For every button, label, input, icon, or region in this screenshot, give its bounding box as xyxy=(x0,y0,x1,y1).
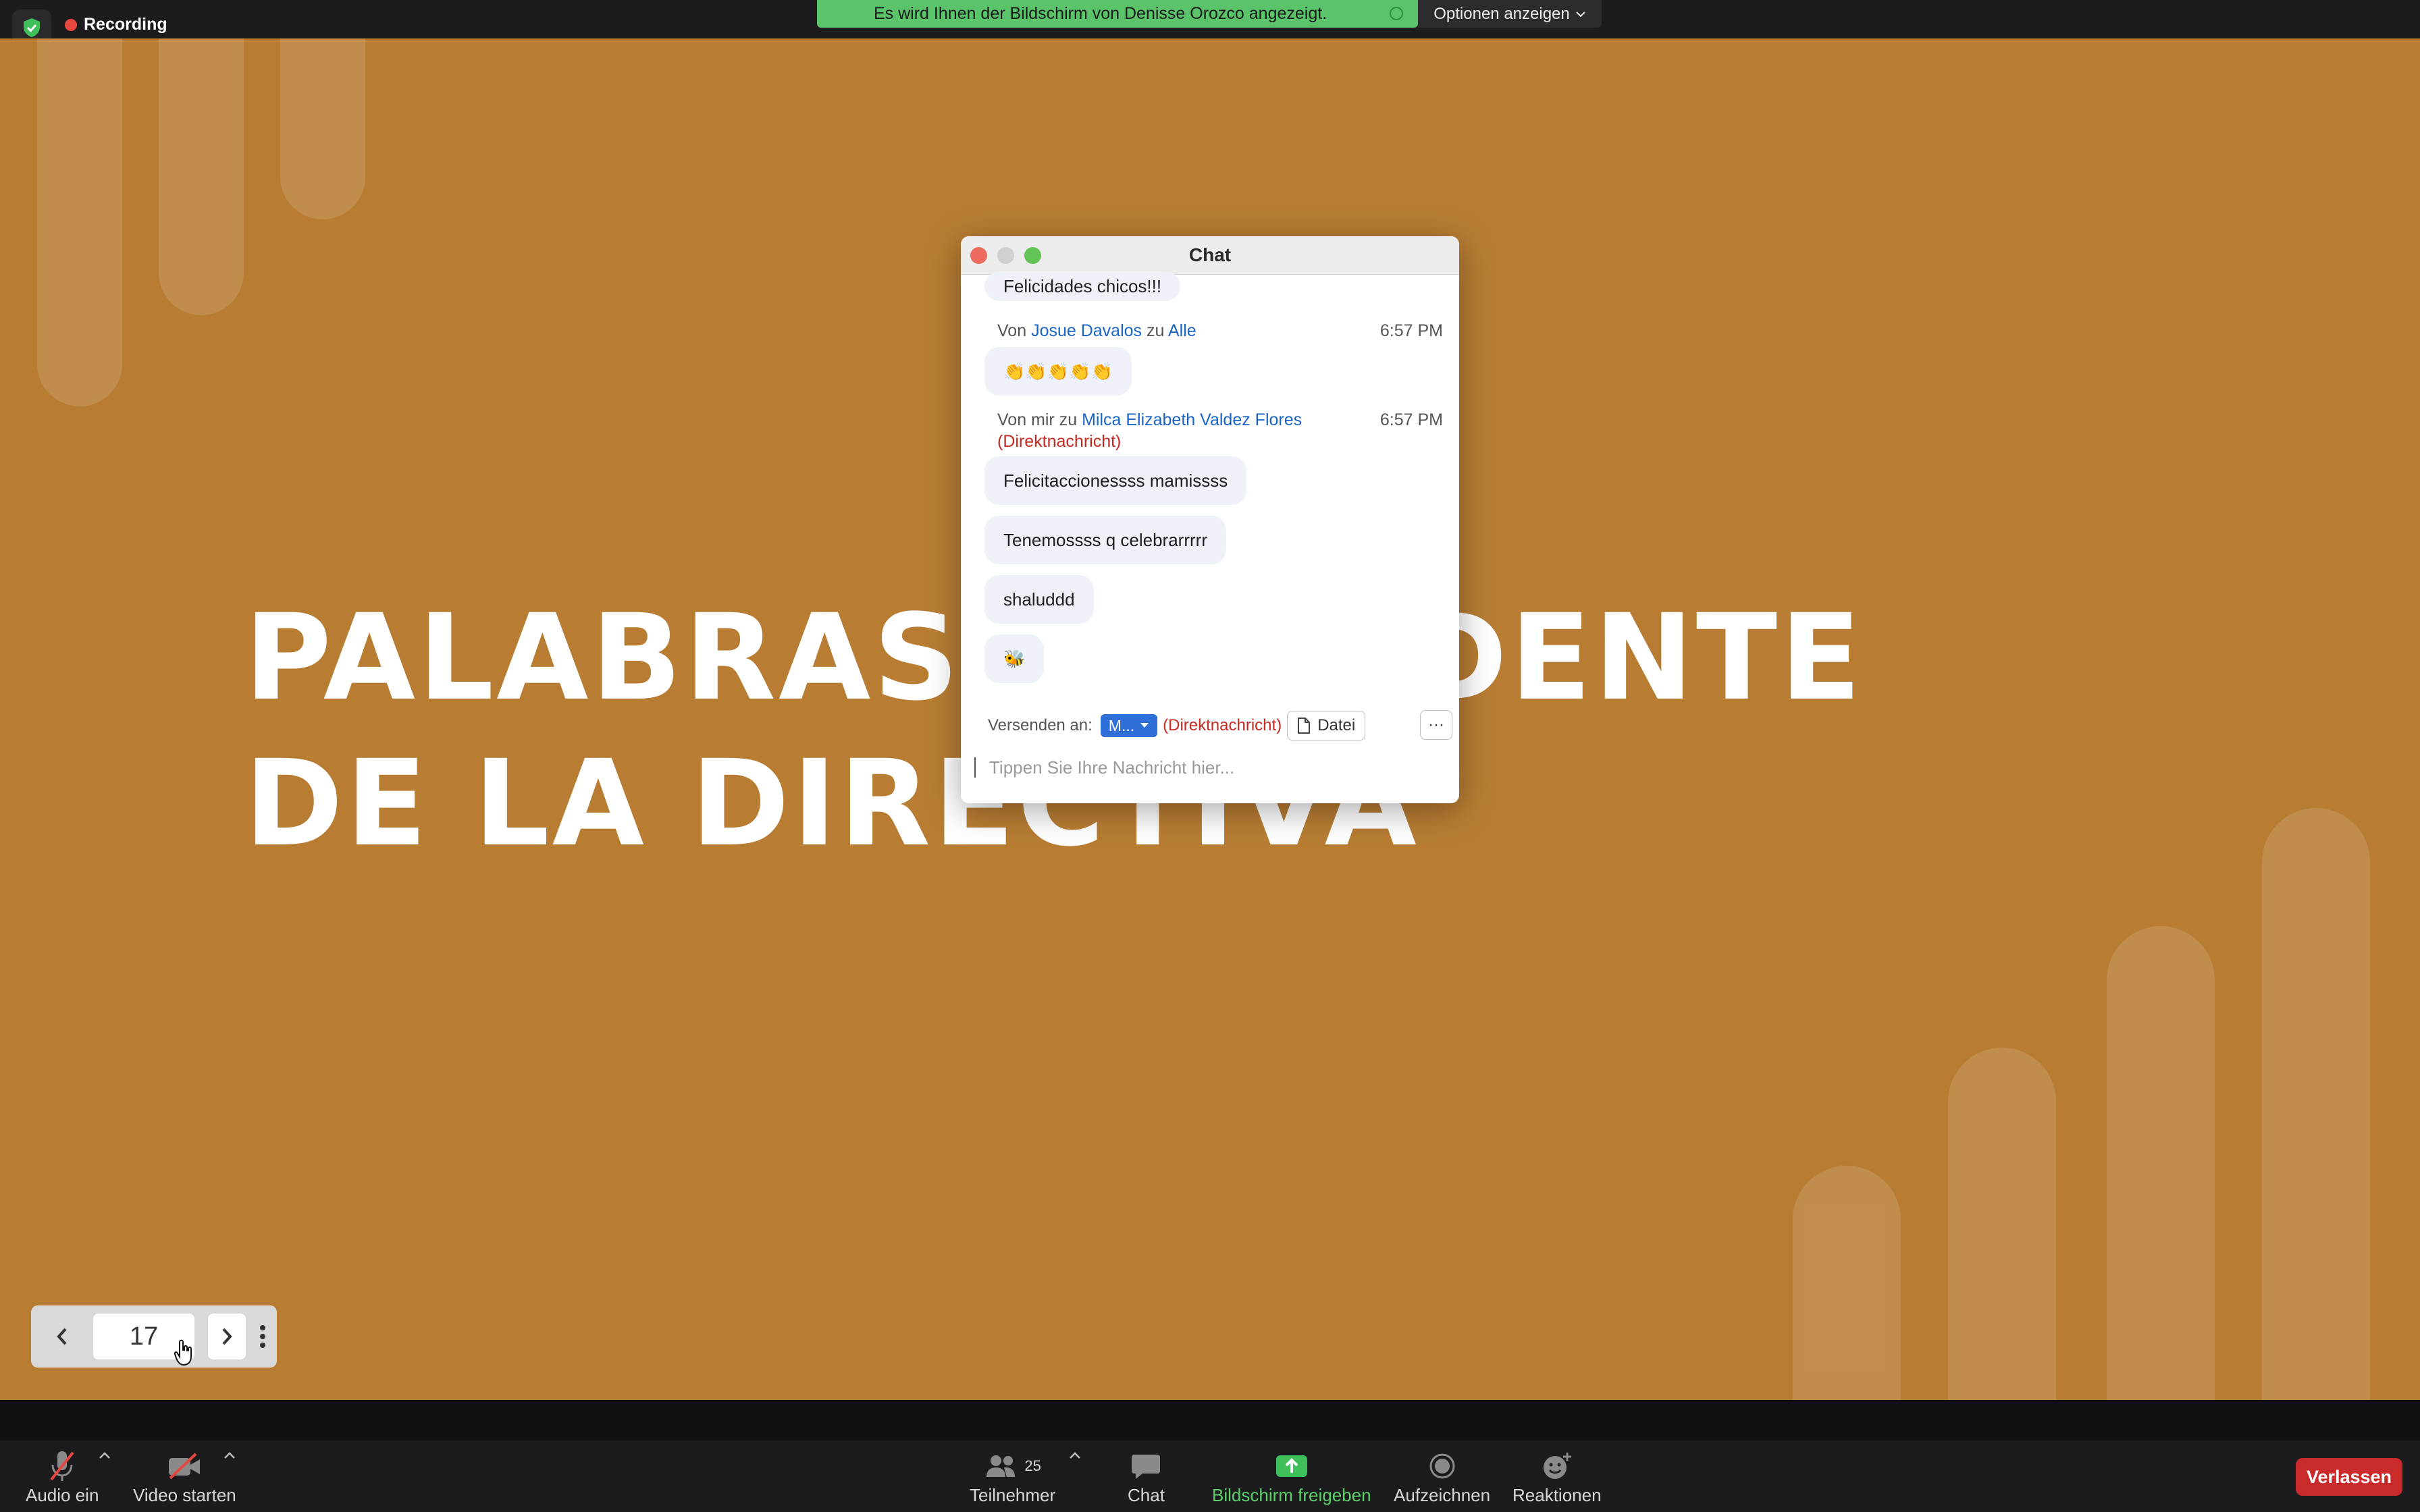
camera-off-icon xyxy=(169,1453,201,1480)
chat-message-input[interactable]: Tippen Sie Ihre Nachricht hier... xyxy=(974,751,1440,784)
chevron-right-icon xyxy=(222,1328,232,1345)
smiley-add-icon xyxy=(1543,1453,1571,1479)
send-to-row: Versenden an: M... (Direktnachricht) Dat… xyxy=(988,710,1452,741)
record-button[interactable]: Aufzeichnen xyxy=(1394,1447,1490,1506)
participants-label: Teilnehmer xyxy=(970,1485,1056,1505)
decor-pill xyxy=(1793,1166,1901,1400)
chat-message-text: shaluddd xyxy=(1003,589,1075,610)
chat-message: Tenemossss q celebrarrrrr xyxy=(984,516,1226,564)
maximize-window-icon[interactable] xyxy=(1024,247,1041,264)
decor-pill xyxy=(280,38,365,219)
mouse-pointer-icon xyxy=(174,1339,192,1366)
participants-icon xyxy=(987,1455,1016,1477)
chat-label: Chat xyxy=(1128,1485,1165,1505)
audio-label: Audio ein xyxy=(26,1485,99,1505)
message-from-label: Von mir zu xyxy=(997,410,1078,429)
message-header: Von Josue Davalos zu Alle 6:57 PM xyxy=(997,321,1443,341)
recipient-name-link[interactable]: Milca Elizabeth Valdez Flores xyxy=(1082,410,1302,429)
participants-button[interactable]: 25 Teilnehmer xyxy=(970,1447,1055,1506)
chat-message: 👏👏👏👏👏 xyxy=(984,347,1132,396)
microphone-muted-icon xyxy=(50,1451,74,1481)
chat-message: Felicitaccionessss mamissss xyxy=(984,456,1247,505)
recording-indicator: Recording xyxy=(65,15,167,34)
chat-message-text: 👏👏👏👏👏 xyxy=(1003,360,1113,381)
recipient-name-link[interactable]: Alle xyxy=(1168,321,1196,340)
view-options-label: Optionen anzeigen xyxy=(1433,4,1570,23)
recipient-dropdown-value: M... xyxy=(1108,716,1135,734)
share-banner-text: Es wird Ihnen der Bildschirm von Denisse… xyxy=(874,4,1327,23)
next-slide-button[interactable] xyxy=(208,1314,246,1359)
chat-title: Chat xyxy=(1188,244,1232,265)
view-options-button[interactable]: Optionen anzeigen xyxy=(1418,0,1602,28)
message-time: 6:57 PM xyxy=(1379,410,1443,429)
chat-message-text: 🐝 xyxy=(1003,648,1026,669)
chat-message: 🐝 xyxy=(984,634,1045,683)
audio-button[interactable]: Audio ein xyxy=(26,1447,99,1506)
chat-bubble-icon xyxy=(1132,1455,1161,1479)
chat-message-text: Felicitaccionessss mamissss xyxy=(1003,470,1228,491)
video-label: Video starten xyxy=(133,1485,236,1505)
share-screen-button[interactable]: Bildschirm freigeben xyxy=(1212,1447,1371,1506)
message-to-label: zu xyxy=(1147,321,1165,340)
participants-options-chevron-icon[interactable] xyxy=(1069,1451,1081,1459)
sender-name-link[interactable]: Josue Davalos xyxy=(1031,321,1142,340)
dropdown-arrow-icon xyxy=(1140,723,1149,728)
chat-button[interactable]: Chat xyxy=(1128,1447,1165,1506)
chat-message: Felicidades chicos!!! xyxy=(984,271,1181,301)
screen-share-banner: Es wird Ihnen der Bildschirm von Denisse… xyxy=(817,0,1418,28)
chat-window: Chat Felicidades chicos!!! Von Josue Dav… xyxy=(961,236,1459,803)
toolbar-spacer xyxy=(0,1400,2420,1440)
chat-message-text: Tenemossss q celebrarrrrr xyxy=(1003,529,1207,550)
reactions-button[interactable]: Reaktionen xyxy=(1512,1447,1602,1506)
chat-message-text: Felicidades chicos!!! xyxy=(1003,275,1162,296)
chevron-down-icon xyxy=(1576,11,1585,17)
message-header: Von mir zu Milca Elizabeth Valdez Flores… xyxy=(997,409,1443,452)
chat-titlebar: Chat xyxy=(961,236,1459,275)
decor-pill xyxy=(37,38,122,406)
direct-message-tag: (Direktnachricht) xyxy=(1163,716,1282,734)
minimize-window-icon[interactable] xyxy=(997,247,1014,264)
send-file-label: Datei xyxy=(1317,716,1356,734)
decor-pill xyxy=(2107,926,2215,1400)
more-vertical-icon xyxy=(260,1325,265,1348)
share-screen-label: Bildschirm freigeben xyxy=(1212,1485,1371,1505)
share-status-icon xyxy=(1390,7,1403,20)
chevron-left-icon xyxy=(57,1328,67,1345)
chat-input-placeholder: Tippen Sie Ihre Nachricht hier... xyxy=(989,757,1235,778)
record-label: Aufzeichnen xyxy=(1394,1485,1491,1505)
recording-label: Recording xyxy=(84,15,167,34)
reactions-label: Reaktionen xyxy=(1512,1485,1602,1505)
navigator-menu-button[interactable] xyxy=(254,1314,271,1359)
recording-dot-icon xyxy=(65,18,77,31)
message-time: 6:57 PM xyxy=(1379,321,1443,340)
video-button[interactable]: Video starten xyxy=(133,1447,236,1506)
audio-options-chevron-icon[interactable] xyxy=(99,1451,111,1459)
decor-pill xyxy=(159,38,244,315)
participants-count: 25 xyxy=(1024,1457,1041,1474)
share-screen-icon xyxy=(1275,1455,1307,1477)
chat-more-button[interactable]: ··· xyxy=(1420,710,1452,740)
send-to-label: Versenden an: xyxy=(988,716,1093,734)
meeting-toolbar: Audio ein Video starten 25 Teilnehmer Ch… xyxy=(0,1440,2420,1512)
close-window-icon[interactable] xyxy=(970,247,987,264)
leave-meeting-button[interactable]: Verlassen xyxy=(2296,1458,2402,1496)
message-from-label: Von xyxy=(997,321,1027,340)
recipient-dropdown[interactable]: M... xyxy=(1100,714,1158,737)
decor-pill xyxy=(1948,1048,2056,1400)
previous-slide-button[interactable] xyxy=(45,1314,80,1359)
video-options-chevron-icon[interactable] xyxy=(223,1451,236,1459)
decor-pill xyxy=(2262,808,2370,1400)
file-icon xyxy=(1298,718,1311,734)
slide-navigator: 17 xyxy=(31,1305,277,1368)
text-caret xyxy=(974,757,976,778)
record-icon xyxy=(1429,1453,1455,1479)
direct-message-tag: (Direktnachricht) xyxy=(997,432,1122,451)
more-horizontal-icon: ··· xyxy=(1428,716,1444,734)
send-file-button[interactable]: Datei xyxy=(1287,711,1366,740)
chat-message: shaluddd xyxy=(984,575,1094,624)
